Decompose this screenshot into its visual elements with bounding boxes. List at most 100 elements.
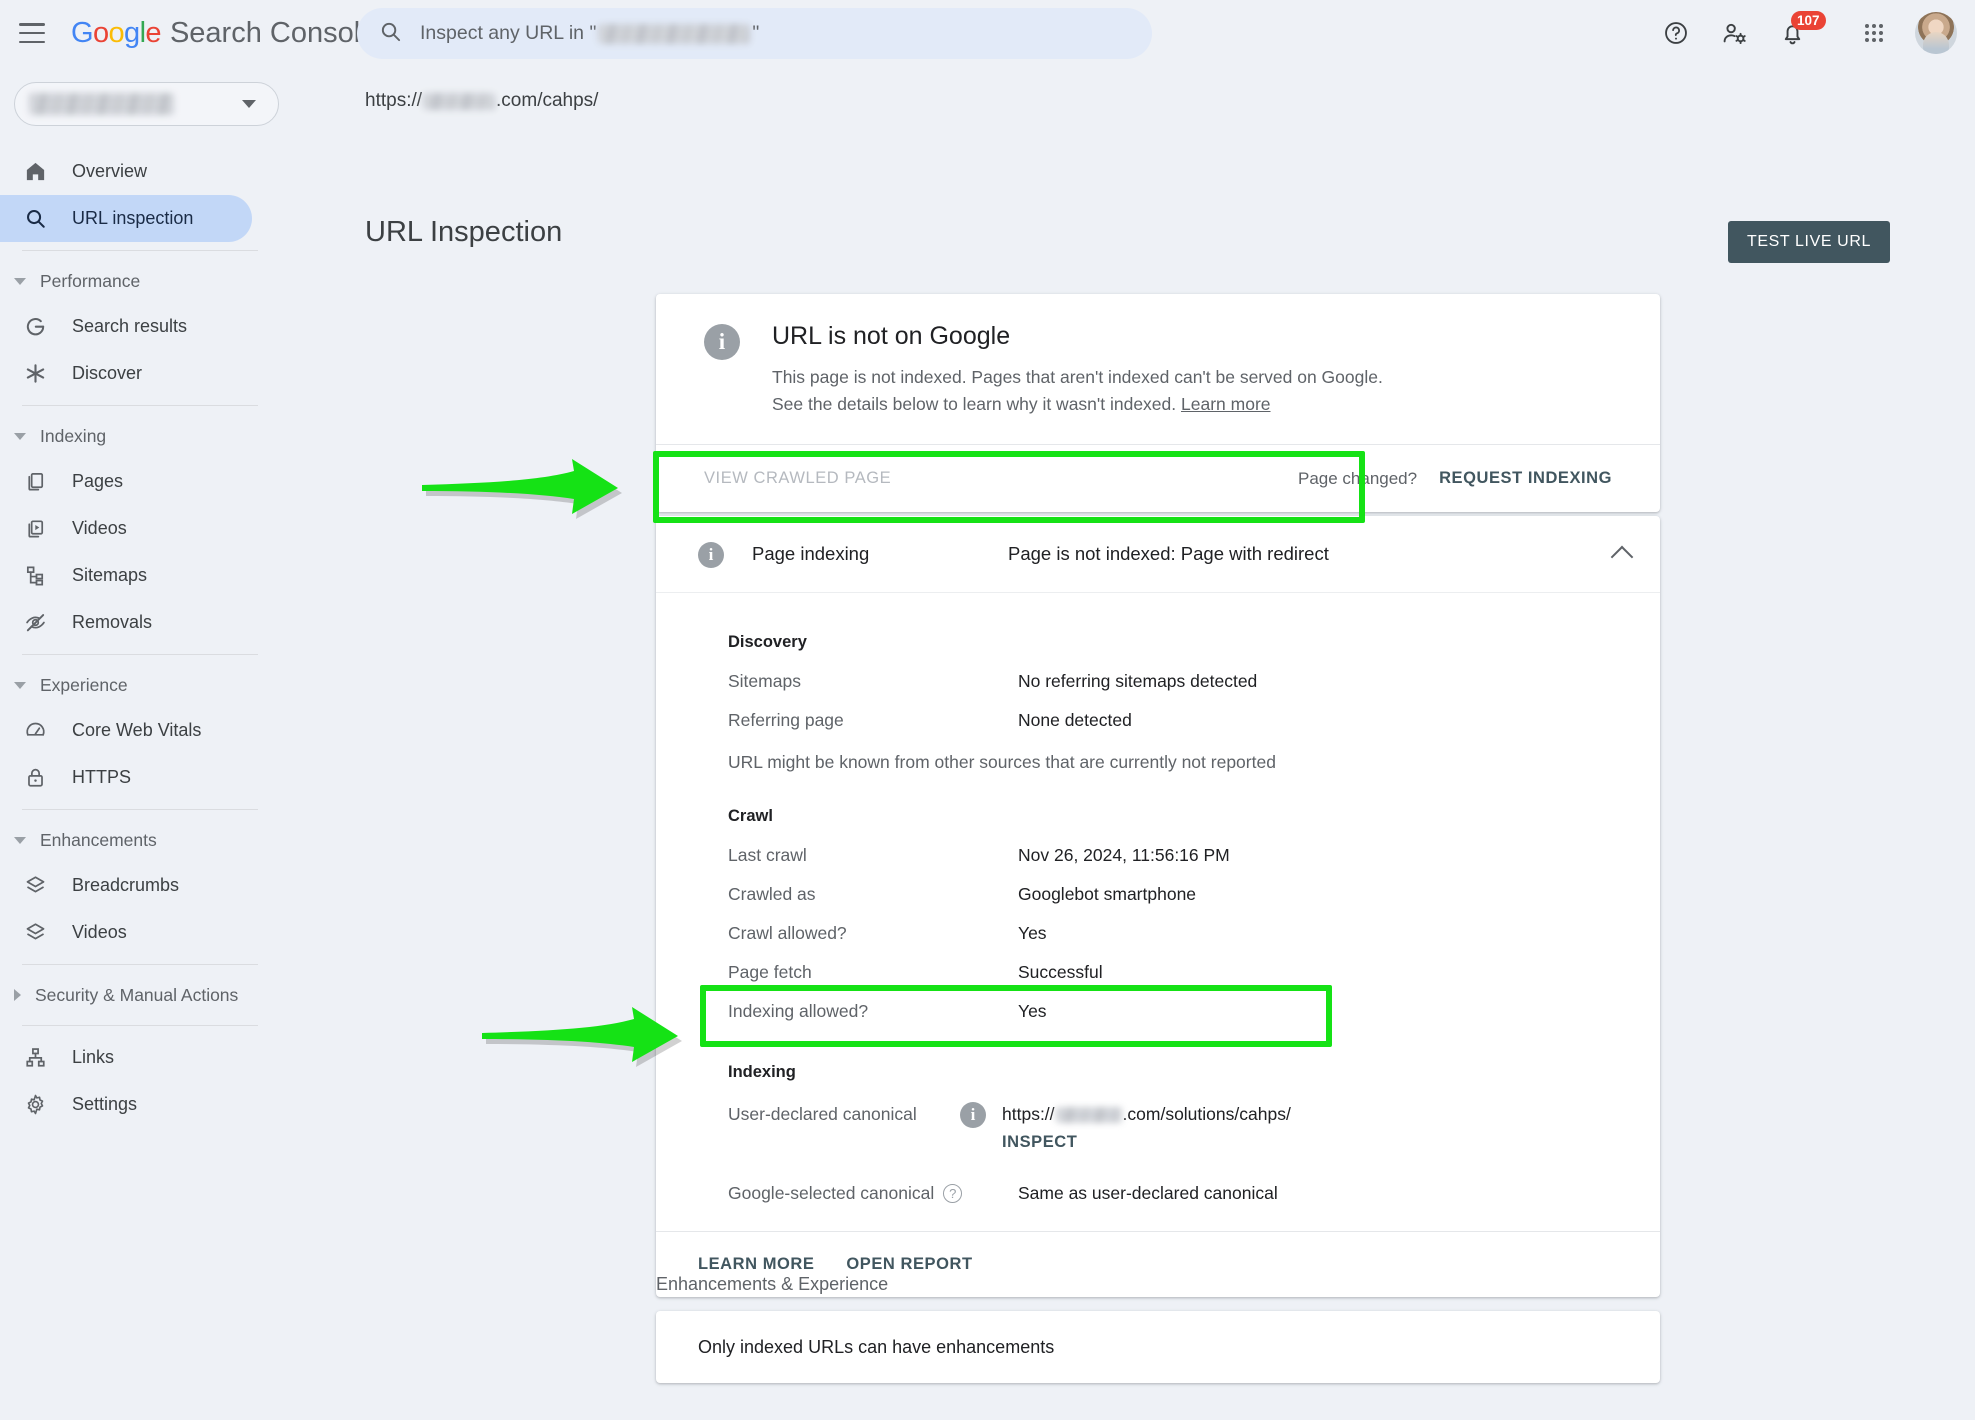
detail-label: Last crawl [728,845,807,865]
test-live-url-button[interactable]: TEST LIVE URL [1728,221,1890,263]
detail-value: Yes [1018,923,1047,943]
url-status-description: This page is not indexed. Pages that are… [772,364,1412,418]
enhancements-section-label: Enhancements & Experience [656,1274,889,1294]
url-status-text: URL is not on Google This page is not in… [772,322,1412,418]
sidebar-group-label: Indexing [40,425,107,446]
property-selector[interactable] [14,82,279,126]
asterisk-icon [22,361,48,387]
sidebar-item-breadcrumbs[interactable]: Breadcrumbs [0,862,252,909]
discovery-note: URL might be known from other sources th… [728,752,1276,772]
user-declared-canonical-row: User-declared canonical i https://.com/s… [656,1092,1660,1161]
sidebar-divider [22,250,258,251]
section-title-discovery: Discovery [728,633,807,651]
detail-value: Googlebot smartphone [1018,884,1197,904]
sidebar-item-core-web-vitals[interactable]: Core Web Vitals [0,707,252,754]
request-indexing-button[interactable]: REQUEST INDEXING [1439,469,1612,488]
sidebar-divider [22,654,258,655]
detail-value: Nov 26, 2024, 11:56:16 PM [1018,845,1230,865]
sidebar-group-security-manual-actions[interactable]: Security & Manual Actions [0,973,280,1017]
links-icon [22,1045,48,1071]
sidebar-item-label: Videos [72,518,127,538]
sidebar-item-settings[interactable]: Settings [0,1081,252,1128]
learn-more-link[interactable]: Learn more [1181,394,1271,414]
info-icon: i [704,324,740,360]
detail-label: Indexing allowed? [728,1001,869,1021]
detail-label: Sitemaps [728,671,801,691]
info-icon[interactable]: i [960,1102,986,1128]
search-icon [22,206,48,232]
sidebar-divider [22,964,258,965]
redacted-property-name [29,93,174,115]
url-status-title: URL is not on Google [772,322,1011,350]
page-title: URL Inspection [365,216,563,248]
sidebar-group-indexing[interactable]: Indexing [0,414,280,458]
url-status-actions: VIEW CRAWLED PAGE Page changed? REQUEST … [656,444,1660,512]
info-icon: i [698,542,724,568]
sidebar-item-label: HTTPS [72,767,132,787]
detail-label: Crawled as [728,884,816,904]
layers-icon [22,873,48,899]
sidebar-group-experience[interactable]: Experience [0,663,280,707]
sidebar-item-label: URL inspection [72,208,194,228]
breadcrumb-suffix: .com/cahps/ [496,90,599,111]
sidebar-item-https[interactable]: HTTPS [0,754,252,801]
avatar[interactable] [1915,12,1957,54]
bell-icon[interactable]: 107 [1763,4,1826,62]
open-report-button[interactable]: OPEN REPORT [846,1255,972,1274]
canonical-suffix: .com/solutions/cahps/ [1122,1104,1291,1124]
sidebar-item-links[interactable]: Links [0,1034,252,1081]
page-indexing-header[interactable]: i Page indexing Page is not indexed: Pag… [656,516,1660,592]
sidebar-divider [22,1025,258,1026]
sidebar-item-overview[interactable]: Overview [0,148,252,195]
sidebar-item-enhancement-videos[interactable]: Videos [0,909,252,956]
inspect-canonical-button[interactable]: INSPECT [1002,1133,1291,1152]
detail-label: Crawl allowed? [728,923,847,943]
sidebar-item-label: Discover [72,363,143,383]
sidebar-item-label: Links [72,1047,115,1067]
view-crawled-page-button[interactable]: VIEW CRAWLED PAGE [704,469,891,488]
sidebar: Overview URL inspection Performance Sear… [0,66,280,1420]
sidebar-group-enhancements[interactable]: Enhancements [0,818,280,862]
chevron-down-icon [242,100,256,108]
chevron-up-icon[interactable] [1610,545,1634,569]
sidebar-item-search-results[interactable]: Search results [0,303,252,350]
detail-row: Crawled as Googlebot smartphone [656,875,1660,914]
help-circle-icon[interactable]: ? [943,1184,963,1203]
learn-more-button[interactable]: LEARN MORE [698,1255,814,1274]
main-content: https:// .com/cahps/ URL Inspection TEST… [280,66,1975,1420]
apps-grid-icon[interactable] [1845,4,1903,62]
hamburger-icon[interactable] [19,23,45,43]
sidebar-item-label: Sitemaps [72,565,148,585]
chevron-right-icon [14,989,21,1001]
redacted-domain [598,23,751,44]
help-icon[interactable] [1647,4,1705,62]
detail-value: Successful [1018,962,1103,982]
detail-value: None detected [1018,710,1132,730]
search-input[interactable]: Inspect any URL in " " [357,8,1152,59]
sidebar-item-pages[interactable]: Pages [0,458,252,505]
sidebar-item-sitemaps[interactable]: Sitemaps [0,552,252,599]
google-selected-canonical-row: Google-selected canonical ? Same as user… [656,1161,1660,1213]
page-indexing-label: Page indexing [752,543,870,564]
breadcrumb: https:// .com/cahps/ [365,90,598,112]
enhancements-card: Only indexed URLs can have enhancements [656,1311,1660,1383]
url-status-body: i URL is not on Google This page is not … [656,294,1660,444]
redacted-domain [423,92,496,110]
lock-icon [22,765,48,791]
sidebar-item-videos[interactable]: Videos [0,505,252,552]
redacted-domain [1055,1107,1122,1124]
sidebar-item-url-inspection[interactable]: URL inspection [0,195,252,242]
sidebar-divider [22,405,258,406]
google-selected-canonical-value: Same as user-declared canonical [1018,1183,1278,1203]
detail-label: Google-selected canonical ? [728,1183,1018,1204]
sidebar-item-removals[interactable]: Removals [0,599,252,646]
notification-badge: 107 [1791,11,1826,31]
sidebar-group-label: Security & Manual Actions [35,984,239,1005]
google-selected-canonical-label: Google-selected canonical [728,1183,935,1203]
sidebar-item-discover[interactable]: Discover [0,350,252,397]
sidebar-group-performance[interactable]: Performance [0,259,280,303]
detail-row: Last crawl Nov 26, 2024, 11:56:16 PM [656,836,1660,875]
user-settings-icon[interactable] [1705,4,1763,62]
top-bar: Google Search Console Inspect any URL in… [0,0,1975,66]
pages-icon [22,469,48,495]
